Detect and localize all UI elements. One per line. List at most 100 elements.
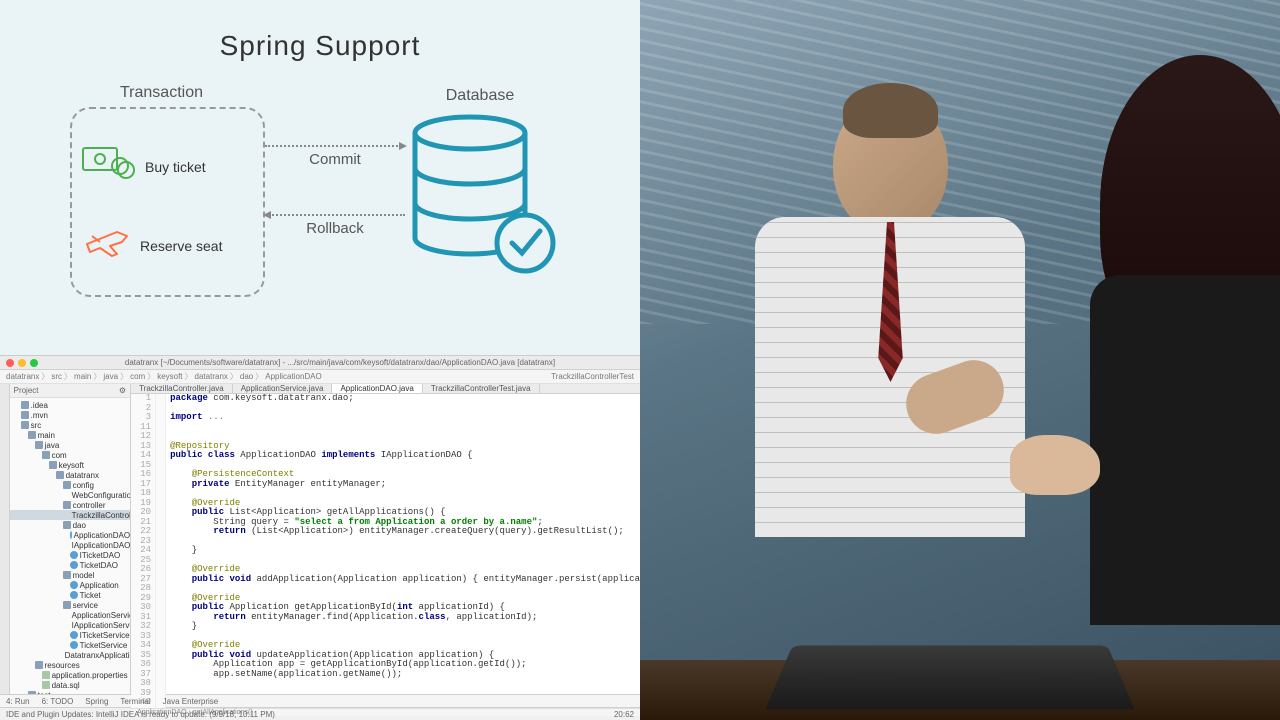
tree-item[interactable]: ApplicationService — [10, 610, 130, 620]
tree-item[interactable]: ITicketDAO — [10, 550, 130, 560]
tree-item[interactable]: .mvn — [10, 410, 130, 420]
breadcrumb-segment[interactable]: dao — [240, 372, 253, 381]
tree-item[interactable]: controller — [10, 500, 130, 510]
breadcrumb-segment[interactable]: ApplicationDAO — [265, 372, 321, 381]
class-icon — [70, 641, 78, 649]
window-title: datatranx [~/Documents/software/datatran… — [46, 358, 634, 367]
class-icon — [70, 631, 78, 639]
tree-item[interactable]: java — [10, 440, 130, 450]
tree-item[interactable]: IApplicationDAO — [10, 540, 130, 550]
tree-item[interactable]: datatranx — [10, 470, 130, 480]
breadcrumb-segment[interactable]: java — [103, 372, 118, 381]
breadcrumb-path[interactable]: datatranx 〉src 〉main 〉java 〉com 〉keysoft… — [6, 371, 322, 382]
tree-item[interactable]: com — [10, 450, 130, 460]
folder-icon — [56, 471, 64, 479]
reserve-seat-label: Reserve seat — [140, 238, 222, 254]
diagram-section: Spring Support Transaction Buy ticket Re… — [0, 0, 640, 355]
transaction-box: Buy ticket Reserve seat — [70, 107, 265, 297]
editor-tab[interactable]: TrackzillaController.java — [131, 384, 233, 393]
tree-item[interactable]: TicketService — [10, 640, 130, 650]
folder-icon — [63, 521, 71, 529]
tree-item[interactable]: ApplicationDAO — [10, 530, 130, 540]
tree-item[interactable]: DatatranxApplication — [10, 650, 130, 660]
folder-icon — [28, 691, 36, 694]
tree-item[interactable]: TrackzillaController — [10, 510, 130, 520]
run-config[interactable]: TrackzillaControllerTest — [551, 372, 634, 381]
gear-icon[interactable]: ⚙ — [119, 386, 126, 395]
gutter-marks — [156, 394, 166, 708]
breadcrumb-segment[interactable]: datatranx — [6, 372, 39, 381]
cursor-position: 20:62 — [614, 710, 634, 719]
tree-item[interactable]: dao — [10, 520, 130, 530]
breadcrumb-segment[interactable]: main — [74, 372, 91, 381]
folder-icon — [42, 451, 50, 459]
tree-header: Project ⚙ — [10, 384, 130, 398]
rollback-label: Rollback — [265, 220, 405, 237]
tree-item[interactable]: TicketDAO — [10, 560, 130, 570]
ide-window: datatranx [~/Documents/software/datatran… — [0, 355, 640, 720]
file-icon — [42, 671, 50, 679]
folder-icon — [28, 431, 36, 439]
folder-icon — [63, 481, 71, 489]
folder-icon — [63, 571, 71, 579]
tree-item[interactable]: config — [10, 480, 130, 490]
class-icon — [70, 581, 78, 589]
class-icon — [70, 561, 78, 569]
tree-item[interactable]: keysoft — [10, 460, 130, 470]
folder-icon — [63, 501, 71, 509]
line-gutter: 1231112131415161718192021222324252627282… — [131, 394, 156, 708]
database-section: Database — [400, 87, 560, 283]
people-photo — [640, 0, 1280, 720]
reserve-seat-item: Reserve seat — [82, 224, 222, 267]
code-text[interactable]: package com.keysoft.datatranx.dao; impor… — [166, 394, 640, 708]
ide-breadcrumb-bar: datatranx 〉src 〉main 〉java 〉com 〉keysoft… — [0, 370, 640, 384]
project-tree[interactable]: Project ⚙ .idea.mvnsrcmainjavacomkeysoft… — [10, 384, 131, 694]
code-editor[interactable]: 1231112131415161718192021222324252627282… — [131, 394, 640, 708]
left-panel: Spring Support Transaction Buy ticket Re… — [0, 0, 640, 720]
file-icon — [42, 681, 50, 689]
editor-tab[interactable]: ApplicationService.java — [233, 384, 333, 393]
tree-item[interactable]: resources — [10, 660, 130, 670]
toolwindow-button[interactable]: Spring — [85, 697, 108, 706]
diagram-title: Spring Support — [40, 30, 600, 62]
breadcrumb-segment[interactable]: src — [51, 372, 62, 381]
tree-item[interactable]: main — [10, 430, 130, 440]
editor-tabs: TrackzillaController.javaApplicationServ… — [131, 384, 640, 394]
toolwindow-button[interactable]: 4: Run — [6, 697, 30, 706]
database-label: Database — [400, 87, 560, 105]
tree-item[interactable]: Application — [10, 580, 130, 590]
plane-icon — [82, 224, 132, 267]
tree-item[interactable]: service — [10, 600, 130, 610]
breadcrumb-segment[interactable]: com — [130, 372, 145, 381]
tree-item[interactable]: ITicketService — [10, 630, 130, 640]
window-controls[interactable] — [6, 359, 38, 367]
tree-item[interactable]: WebConfiguration — [10, 490, 130, 500]
tree-item[interactable]: src — [10, 420, 130, 430]
tree-item[interactable]: data.sql — [10, 680, 130, 690]
breadcrumb-segment[interactable]: keysoft — [157, 372, 182, 381]
diagram-body: Transaction Buy ticket Reserve seat — [40, 87, 600, 337]
tree-item[interactable]: model — [10, 570, 130, 580]
editor-tab[interactable]: TrackzillaControllerTest.java — [423, 384, 540, 393]
commit-label: Commit — [265, 151, 405, 168]
left-toolwindow-stripe[interactable] — [0, 384, 10, 694]
breadcrumb-segment[interactable]: datatranx — [195, 372, 228, 381]
photo-panel — [640, 0, 1280, 720]
folder-icon — [63, 601, 71, 609]
class-icon — [70, 551, 78, 559]
person-woman — [1060, 55, 1280, 655]
folder-icon — [21, 411, 29, 419]
tree-item[interactable]: Ticket — [10, 590, 130, 600]
toolwindow-button[interactable]: Java Enterprise — [163, 697, 219, 706]
toolwindow-button[interactable]: Terminal — [120, 697, 150, 706]
tree-item[interactable]: test — [10, 690, 130, 694]
tree-item[interactable]: application.properties — [10, 670, 130, 680]
editor-tab[interactable]: ApplicationDAO.java — [332, 384, 422, 393]
tree-item[interactable]: .idea — [10, 400, 130, 410]
toolwindow-button[interactable]: 6: TODO — [42, 697, 74, 706]
status-message: IDE and Plugin Updates: IntelliJ IDEA is… — [6, 710, 275, 719]
ide-titlebar: datatranx [~/Documents/software/datatran… — [0, 356, 640, 370]
tree-item[interactable]: IApplicationService — [10, 620, 130, 630]
folder-icon — [21, 421, 29, 429]
folder-icon — [35, 661, 43, 669]
